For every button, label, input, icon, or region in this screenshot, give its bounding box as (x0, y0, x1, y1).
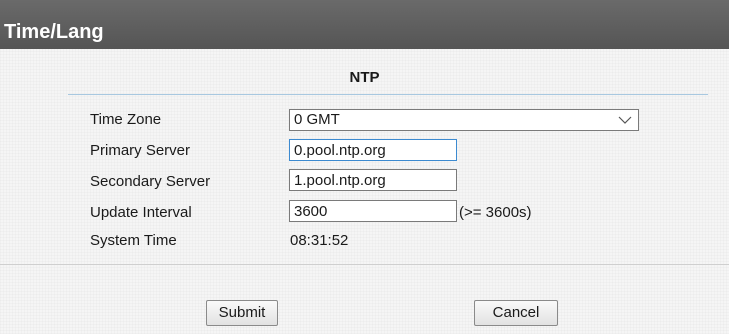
update-interval-input[interactable] (289, 200, 457, 222)
page-header: Time/Lang (0, 0, 729, 49)
chevron-down-icon (618, 116, 632, 124)
time-zone-label: Time Zone (90, 111, 162, 128)
time-zone-select[interactable]: 0 GMT (289, 109, 639, 131)
settings-panel (0, 49, 729, 334)
submit-button[interactable]: Submit (206, 300, 278, 326)
cancel-button[interactable]: Cancel (474, 300, 558, 326)
secondary-server-label: Secondary Server (90, 173, 211, 190)
update-interval-hint: (>= 3600s) (459, 204, 532, 221)
update-interval-label: Update Interval (90, 204, 192, 221)
section-divider (68, 94, 708, 95)
system-time-value: 08:31:52 (290, 232, 349, 249)
section-title-ntp: NTP (349, 69, 380, 86)
footer-divider (0, 264, 729, 265)
system-time-label: System Time (90, 232, 177, 249)
primary-server-input[interactable] (289, 139, 457, 161)
time-zone-value: 0 GMT (294, 111, 340, 128)
primary-server-label: Primary Server (90, 142, 191, 159)
secondary-server-input[interactable] (289, 169, 457, 191)
page-title: Time/Lang (4, 21, 104, 43)
